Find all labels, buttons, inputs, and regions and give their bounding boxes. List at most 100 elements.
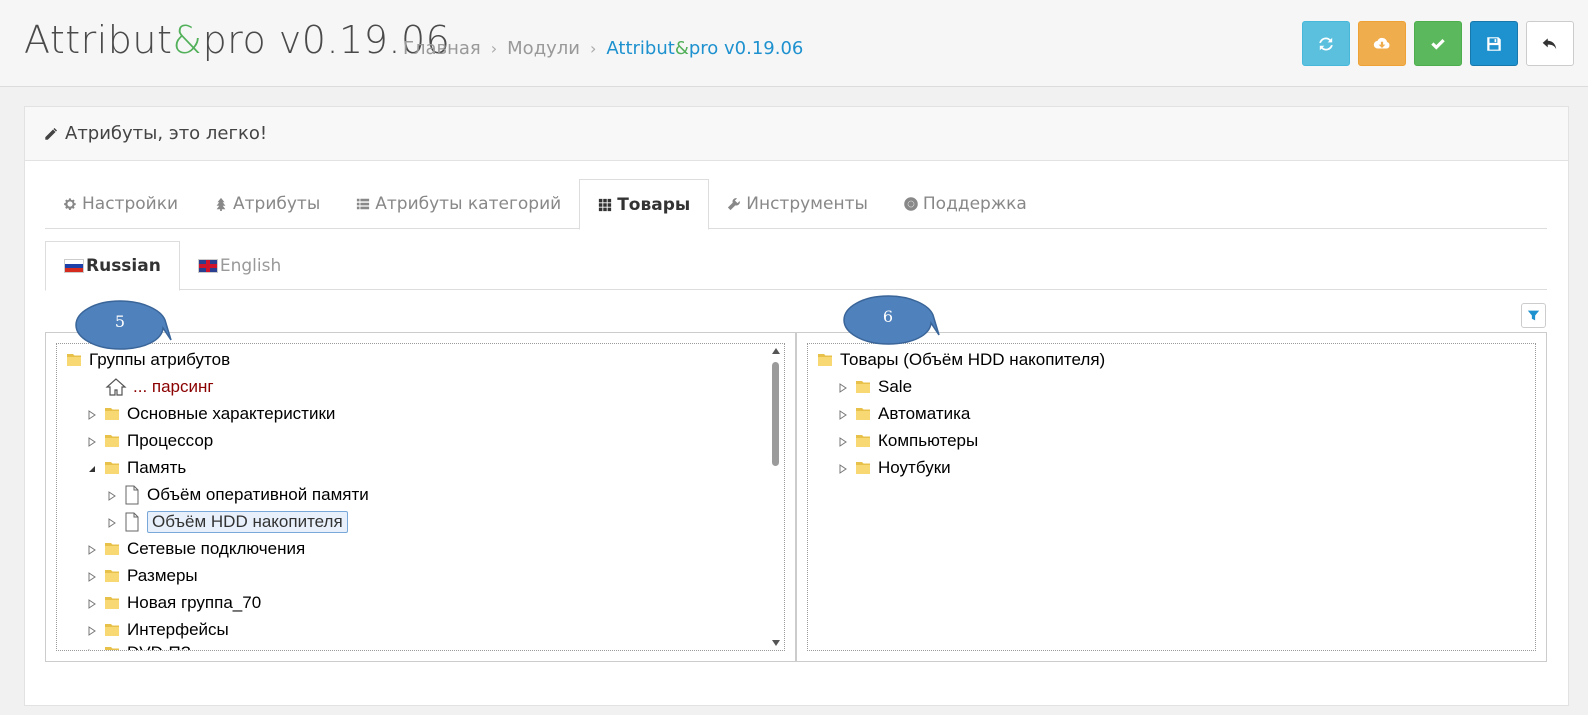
wrench-icon	[728, 198, 741, 211]
tree-node-sale[interactable]: Sale	[836, 375, 912, 399]
tree-node-label: DVD-ПЗ	[127, 643, 191, 650]
breadcrumb-current[interactable]: Attribut&pro v0.19.06	[606, 38, 803, 59]
expand-arrow-icon[interactable]	[85, 434, 99, 448]
breadcrumb-separator: ›	[490, 39, 498, 58]
breadcrumb: Главная › Модули › Attribut&pro v0.19.06	[403, 38, 803, 59]
tree-node-memory[interactable]: Память	[85, 456, 186, 480]
tree-node-label: Группы атрибутов	[89, 350, 231, 369]
expand-arrow-icon[interactable]	[105, 515, 119, 529]
tree-root-attribute-groups[interactable]: Группы атрибутов	[65, 348, 230, 372]
apply-button[interactable]	[1414, 21, 1462, 66]
back-button[interactable]	[1526, 21, 1574, 66]
tree-root-products[interactable]: Товары (Объём HDD накопителя)	[816, 348, 1105, 372]
tree-node-label: Автоматика	[878, 404, 971, 423]
folder-icon	[818, 354, 832, 366]
tab-settings[interactable]: Настройки	[45, 179, 196, 229]
tree-node-label: Sale	[878, 377, 913, 396]
expand-arrow-icon[interactable]	[105, 488, 119, 502]
page-title: Attribut&pro v0.19.06	[24, 18, 450, 62]
folder-icon	[105, 408, 119, 420]
tab-language-russian[interactable]: Russian	[45, 241, 180, 291]
tree-node-processor[interactable]: Процессор	[85, 429, 213, 453]
toolbar	[1302, 21, 1574, 66]
scroll-up-icon[interactable]	[771, 346, 781, 356]
tree-node-laptops[interactable]: Ноутбуки	[836, 456, 951, 480]
tree-node-label: Новая группа_70	[127, 593, 262, 612]
expand-arrow-icon[interactable]	[836, 380, 850, 394]
folder-icon	[105, 597, 119, 609]
refresh-button[interactable]	[1302, 21, 1350, 66]
file-icon	[125, 512, 139, 532]
breadcrumb-modules[interactable]: Модули	[507, 38, 580, 59]
main-tabs: Настройки Атрибуты Атрибуты категорий То…	[45, 179, 1547, 230]
folder-icon	[856, 408, 870, 420]
tree-node-ram-size[interactable]: Объём оперативной памяти	[105, 483, 369, 507]
tree-node-automation[interactable]: Автоматика	[836, 402, 970, 426]
folder-icon	[105, 462, 119, 474]
breadcrumb-ampersand: &	[674, 38, 689, 59]
expand-arrow-icon[interactable]	[85, 407, 99, 421]
grid-icon	[599, 198, 612, 211]
gear-icon	[64, 198, 76, 210]
refresh-icon	[1319, 37, 1333, 50]
lifering-icon	[904, 197, 918, 211]
tree-node-dvd[interactable]: DVD-ПЗ	[85, 641, 191, 650]
tree-node-label: Память	[127, 458, 187, 477]
tree-node-main-characteristics[interactable]: Основные характеристики	[85, 402, 335, 426]
cloud-download-icon	[1373, 37, 1390, 49]
expand-arrow-icon[interactable]	[836, 434, 850, 448]
tab-label: Поддержка	[922, 194, 1027, 214]
tab-language-english[interactable]: English	[180, 241, 299, 290]
folder-icon	[856, 435, 870, 447]
tree-node-label-selected: Объём HDD накопителя	[147, 511, 348, 533]
expand-arrow-icon[interactable]	[85, 623, 99, 637]
check-icon	[1431, 38, 1445, 50]
language-label: English	[219, 255, 282, 276]
save-icon	[1487, 36, 1501, 51]
tree-node-hdd-size[interactable]: Объём HDD накопителя	[105, 510, 348, 534]
expand-arrow-icon[interactable]	[836, 461, 850, 475]
tree-node-computers[interactable]: Компьютеры	[836, 429, 978, 453]
folder-icon	[856, 381, 870, 393]
tree-node-new-group-70[interactable]: Новая группа_70	[85, 591, 261, 615]
callout-number: 5	[114, 312, 126, 331]
collapse-arrow-icon[interactable]	[85, 461, 99, 475]
expand-arrow-icon[interactable]	[85, 569, 99, 583]
tree-node-dimensions[interactable]: Размеры	[85, 564, 198, 588]
tab-label: Инструменты	[746, 194, 868, 214]
breadcrumb-home[interactable]: Главная	[403, 38, 481, 59]
tree-node-interfaces[interactable]: Интерфейсы	[85, 618, 229, 642]
expand-arrow-icon[interactable]	[85, 542, 99, 556]
cloud-download-button[interactable]	[1358, 21, 1406, 66]
breadcrumb-current-part: pro v0.19.06	[688, 38, 804, 59]
tree-scrollbar[interactable]	[770, 346, 782, 648]
filter-button[interactable]	[1521, 303, 1546, 328]
folder-icon	[856, 462, 870, 474]
tab-support[interactable]: Поддержка	[886, 179, 1045, 229]
tab-label: Настройки	[82, 194, 179, 214]
tree-node-parsing[interactable]: ... парсинг	[105, 375, 214, 399]
tab-products[interactable]: Товары	[579, 179, 710, 230]
save-button[interactable]	[1470, 21, 1518, 66]
folder-icon	[105, 647, 119, 650]
expand-arrow-icon[interactable]	[836, 407, 850, 421]
page-header: Attribut&pro v0.19.06 Главная › Модули › Att…	[0, 0, 1588, 87]
folder-icon	[67, 354, 81, 366]
scrollbar-thumb[interactable]	[772, 362, 779, 466]
expand-arrow-icon[interactable]	[85, 596, 99, 610]
tree-node-network[interactable]: Сетевые подключения	[85, 537, 305, 561]
tab-category-attributes[interactable]: Атрибуты категорий	[338, 179, 579, 229]
file-icon	[125, 485, 139, 505]
tree-viewport: Группы атрибутов ... парсинг Основные ха…	[56, 343, 785, 651]
expand-arrow-icon[interactable]	[85, 646, 99, 650]
tab-tools[interactable]: Инструменты	[709, 179, 886, 229]
tab-attributes[interactable]: Атрибуты	[196, 179, 338, 229]
breadcrumb-separator: ›	[590, 39, 597, 58]
uk-flag-icon	[197, 258, 218, 273]
callout-bubble: 6	[843, 295, 940, 345]
main-panel: Атрибуты, это легко! Настройки Атрибуты …	[24, 106, 1569, 706]
panel-heading: Атрибуты, это легко!	[25, 107, 1568, 161]
scroll-down-icon[interactable]	[771, 638, 781, 648]
tab-label: Атрибуты	[233, 194, 321, 214]
title-ampersand: &	[172, 18, 203, 62]
